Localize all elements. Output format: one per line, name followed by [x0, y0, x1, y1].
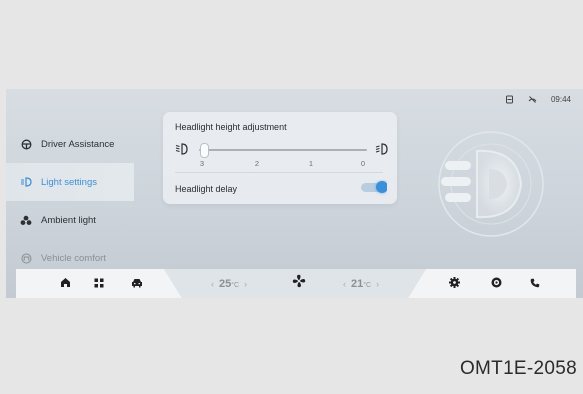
- steering-wheel-icon: [20, 138, 32, 150]
- phone-icon: [530, 275, 540, 293]
- left-temp-increase[interactable]: ›: [244, 279, 247, 289]
- left-temperature-control: ‹ 25°C ›: [211, 278, 247, 290]
- headlight-height-title: Headlight height adjustment: [175, 122, 287, 132]
- headlight-low-icon: [175, 142, 189, 160]
- headlight-emblem-graphic: [431, 129, 551, 244]
- sidebar-item-label: Driver Assistance: [41, 138, 115, 150]
- sidebar-item-ambient-light[interactable]: Ambient light: [6, 201, 134, 239]
- status-bar: 09:44: [505, 95, 571, 104]
- phone-button[interactable]: [528, 277, 542, 291]
- headlight-delay-row: Headlight delay: [175, 180, 387, 198]
- headlight-delay-label: Headlight delay: [175, 184, 238, 194]
- headlight-height-slider[interactable]: 3 2 1 0: [175, 139, 389, 169]
- headlight-settings-panel: Headlight height adjustment 3 2 1 0 Head…: [163, 112, 397, 204]
- media-button[interactable]: [489, 277, 503, 291]
- tick-label: 2: [254, 159, 260, 168]
- bottom-dock: ‹ 25°C › ‹ 21°C ›: [6, 269, 583, 298]
- sidebar-item-driver-assistance[interactable]: Driver Assistance: [6, 125, 134, 163]
- panel-divider: [175, 172, 383, 173]
- slider-thumb[interactable]: [200, 143, 209, 158]
- sidebar-item-label: Light settings: [41, 176, 97, 188]
- sd-card-icon: [505, 95, 514, 104]
- settings-button[interactable]: [447, 277, 461, 291]
- home-button[interactable]: [58, 277, 72, 291]
- vehicle-button[interactable]: [130, 277, 144, 291]
- settings-icon: [448, 275, 460, 293]
- toggle-knob: [376, 181, 387, 193]
- clock: 09:44: [550, 95, 571, 104]
- slider-track[interactable]: [199, 149, 367, 151]
- left-temp-decrease[interactable]: ‹: [211, 279, 214, 289]
- fan-icon: [292, 274, 306, 293]
- tick-label: 1: [308, 159, 314, 168]
- apps-button[interactable]: [92, 277, 106, 291]
- sidebar-item-light-settings[interactable]: Light settings: [6, 163, 134, 201]
- headlight-high-icon: [375, 142, 389, 160]
- right-temp-value: 21: [351, 278, 364, 290]
- right-temperature-control: ‹ 21°C ›: [343, 278, 379, 290]
- car-icon: [131, 275, 143, 293]
- left-temp-value: 25: [219, 278, 232, 290]
- home-icon: [60, 275, 71, 293]
- figure-code: OMT1E-2058: [459, 358, 577, 379]
- sidebar-item-label: Vehicle comfort: [41, 252, 106, 264]
- tick-label: 0: [360, 159, 366, 168]
- tick-label: 3: [199, 159, 205, 168]
- apps-grid-icon: [94, 275, 104, 293]
- infotainment-screen: 09:44 Driver Assistance Light settings A…: [6, 89, 583, 298]
- headlight-delay-toggle[interactable]: [361, 181, 387, 193]
- sidebar-item-label: Ambient light: [41, 214, 96, 226]
- media-icon: [491, 275, 502, 293]
- right-temp-increase[interactable]: ›: [376, 279, 379, 289]
- fan-button[interactable]: [291, 274, 307, 293]
- left-temp-unit: °C: [231, 282, 240, 289]
- no-signal-icon: [528, 95, 537, 104]
- ambient-light-icon: [20, 214, 32, 226]
- headlight-icon: [20, 176, 32, 188]
- right-temp-decrease[interactable]: ‹: [343, 279, 346, 289]
- settings-sidebar: Driver Assistance Light settings Ambient…: [6, 125, 134, 277]
- seat-icon: [20, 252, 32, 264]
- right-temp-unit: °C: [363, 282, 372, 289]
